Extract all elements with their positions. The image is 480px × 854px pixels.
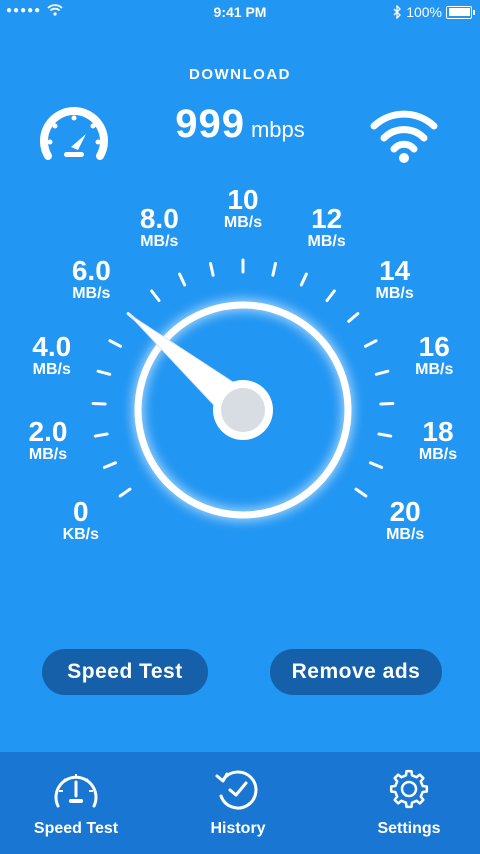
gauge-label: 0 KB/s	[41, 495, 121, 543]
tab-label: Speed Test	[33, 820, 119, 837]
gear-icon	[389, 769, 429, 809]
gauge-label-value: 8.0	[139, 202, 179, 234]
gauge-tick	[91, 401, 107, 406]
speed-value: 999	[175, 102, 245, 146]
gauge-tick	[150, 289, 161, 303]
gauge-hub-center	[221, 388, 265, 432]
speed-test-screen: ●●●●● 9:41 PM 100% DOWNLOAD 999 mbps 0 K…	[0, 0, 480, 854]
bluetooth-icon	[393, 5, 402, 19]
battery-percent: 100%	[406, 4, 442, 20]
gauge-tick	[363, 339, 378, 348]
gauge-label-value: 16	[418, 330, 450, 362]
gauge-label-unit: MB/s	[223, 214, 263, 231]
gauge-label-unit: KB/s	[62, 525, 100, 543]
tab-label: History	[210, 820, 266, 837]
gauge-label: 14 MB/s	[355, 254, 435, 302]
gauge-label-value: 14	[379, 254, 411, 286]
battery-icon	[446, 5, 475, 19]
gauge-tick	[108, 339, 123, 348]
gauge-tick	[102, 461, 118, 469]
gauge-ticks	[91, 258, 395, 498]
gauge-tick	[178, 272, 187, 287]
gauge-tick	[377, 432, 393, 438]
gauge-tick	[368, 461, 384, 469]
history-clock-icon	[215, 770, 258, 810]
gauge-label-unit: MB/s	[415, 360, 454, 378]
gauge-tick	[374, 369, 390, 376]
gauge-label-value: 4.0	[32, 330, 72, 362]
gauge-label-unit: MB/s	[418, 446, 458, 464]
speed-gauge: 0 KB/s 2.0 MB/s 4.0 MB/s 6.0 MB/s 8.0 MB/s 10 MB/s 1…	[0, 180, 480, 610]
gauge-tick	[299, 272, 308, 287]
gauge-tick	[96, 369, 112, 376]
status-right: 100%	[393, 4, 475, 20]
gauge-tick	[209, 262, 215, 277]
gauge-tick	[354, 487, 368, 498]
gauge-label-unit: MB/s	[28, 446, 68, 464]
gauge-tick	[271, 262, 277, 277]
gauge-label-value: 20	[389, 495, 421, 527]
tab-bar: Speed Test History Settings	[0, 752, 480, 854]
speed-unit: mbps	[250, 117, 305, 142]
gauge-label: 16 MB/s	[394, 330, 474, 378]
gauge-label-unit: MB/s	[307, 232, 346, 250]
gauge-tick	[379, 401, 395, 406]
download-label: DOWNLOAD	[189, 66, 291, 83]
tab-settings[interactable]: Settings	[349, 752, 469, 854]
gauge-label-unit: MB/s	[32, 360, 71, 378]
gauge-label-unit: MB/s	[386, 525, 425, 543]
gauge-label-value: 6.0	[71, 254, 111, 286]
tab-history[interactable]: History	[178, 752, 298, 854]
tab-label: Settings	[377, 820, 441, 837]
gauge-label: 2.0 MB/s	[8, 418, 88, 463]
tab-speed-test[interactable]: Speed Test	[16, 752, 136, 854]
gauge-dial	[91, 258, 395, 519]
gauge-label-value: 18	[422, 416, 454, 448]
speed-test-button[interactable]: Speed Test	[42, 649, 208, 695]
gauge-label: 8.0 MB/s	[119, 202, 199, 250]
gauge-label-value: 12	[311, 202, 343, 234]
speedometer-icon	[54, 774, 98, 808]
gauge-tick	[347, 312, 360, 323]
gauge-label: 4.0 MB/s	[12, 330, 92, 378]
gauge-label: 18 MB/s	[398, 418, 478, 463]
gauge-label-value: 10	[227, 184, 259, 215]
gauge-label: 10 MB/s	[203, 186, 283, 231]
gauge-label: 6.0 MB/s	[51, 254, 131, 302]
gauge-label: 20 MB/s	[365, 495, 445, 543]
gauge-label-unit: MB/s	[375, 284, 414, 302]
gauge-tick	[325, 289, 336, 303]
remove-ads-button[interactable]: Remove ads	[270, 649, 442, 695]
wifi-icon	[370, 110, 438, 163]
status-bar: ●●●●● 9:41 PM 100%	[0, 0, 480, 26]
gauge-label-value: 2.0	[28, 416, 68, 448]
gauge-label-unit: MB/s	[140, 232, 179, 250]
gauge-tick	[93, 432, 109, 438]
gauge-tick	[118, 487, 132, 498]
gauge-label-unit: MB/s	[72, 284, 111, 302]
gauge-label-value: 0	[73, 495, 89, 527]
gauge-label: 12 MB/s	[287, 202, 367, 250]
